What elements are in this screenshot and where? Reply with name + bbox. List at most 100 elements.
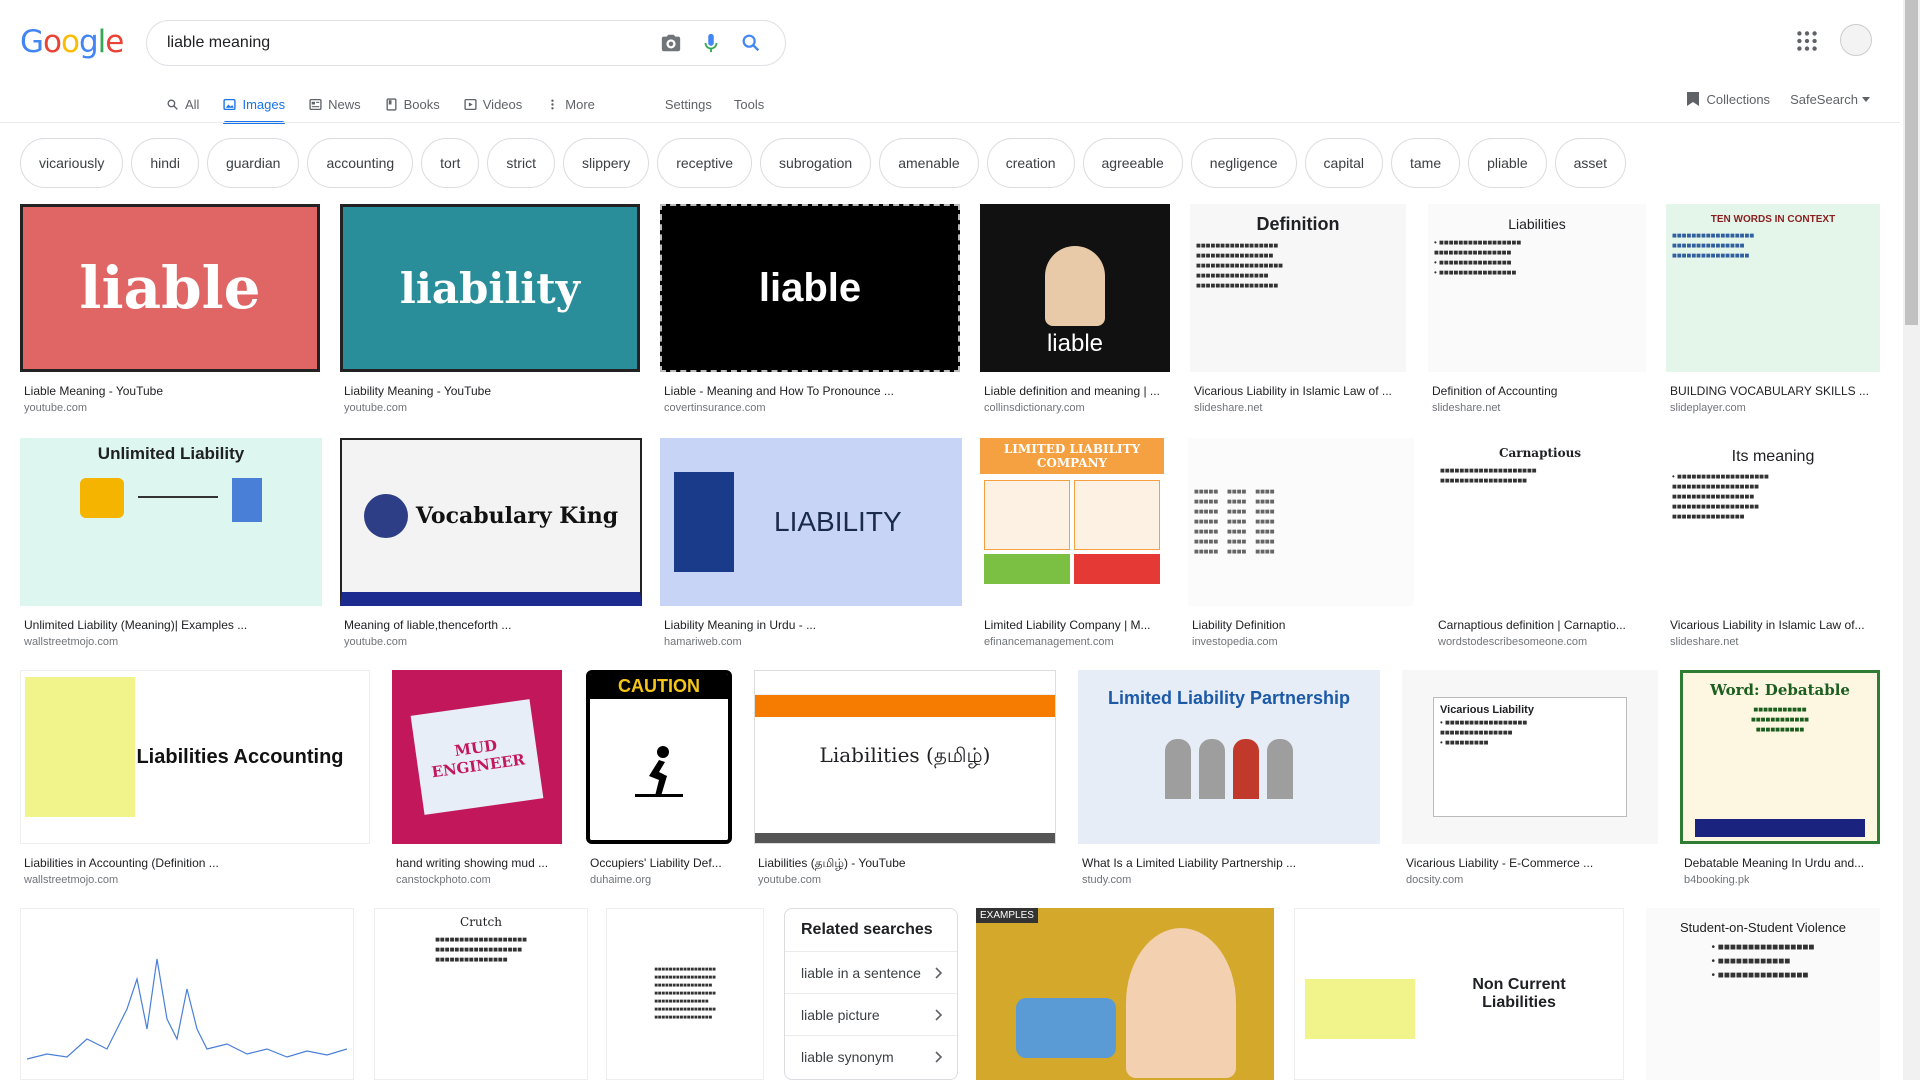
image-result[interactable]: liability Liability Meaning - YouTube yo…: [340, 204, 640, 414]
result-caption: Liable Meaning - YouTube: [24, 384, 163, 398]
image-result[interactable]: Liabilities (தமிழ்) Liabilities (தமிழ்) …: [754, 670, 1056, 888]
image-result[interactable]: Student-on-Student Violence • ■■■■■■■■■■…: [1646, 908, 1880, 1080]
related-search-item[interactable]: liable synonym: [785, 1035, 957, 1077]
image-result[interactable]: liable Liable - Meaning and How To Prono…: [660, 204, 960, 414]
tab-all[interactable]: All: [166, 86, 199, 122]
result-caption: Meaning of liable,thenceforth ...: [344, 618, 512, 632]
person-image: [1045, 246, 1105, 326]
result-thumbnail: Liabilities (தமிழ்): [754, 670, 1056, 844]
chip[interactable]: strict: [487, 138, 555, 188]
image-result[interactable]: LIMITED LIABILITY COMPANY Limited Liabil…: [980, 438, 1164, 650]
google-logo[interactable]: Google: [20, 24, 124, 60]
document-lines: • ■■■■■■■■■■■■■■■■■ ■■■■■■■■■■■■■■■■ • ■■■…: [1434, 238, 1522, 277]
line-graph-image: [27, 958, 347, 1060]
chip[interactable]: pliable: [1468, 138, 1547, 188]
image-result[interactable]: Liabilities Accounting Liabilities in Ac…: [20, 670, 370, 888]
chip[interactable]: negligence: [1190, 138, 1297, 188]
result-thumbnail: liable: [660, 204, 960, 372]
image-result[interactable]: Crutch ■■■■■■■■■■■■■■■■■■■ ■■■■■■■■■■■■■■…: [374, 908, 588, 1080]
image-result[interactable]: CAUTION Occupiers' Liability Def... duha…: [586, 670, 732, 888]
chip[interactable]: capital: [1304, 138, 1383, 188]
result-caption: Liabilities in Accounting (Definition ..…: [24, 856, 219, 870]
tab-label: All: [185, 96, 200, 112]
chip[interactable]: asset: [1554, 138, 1627, 188]
image-result[interactable]: EXAMPLES: [976, 908, 1274, 1080]
image-result[interactable]: Unlimited Liability Unlimited Liability …: [20, 438, 322, 650]
image-result[interactable]: ■■■■■ ■■■■ ■■■■ ■■■■■ ■■■■ ■■■■ ■■■■■ ■■■■…: [1188, 438, 1414, 650]
image-result[interactable]: MUD ENGINEER hand writing showing mud ..…: [392, 670, 562, 888]
image-result[interactable]: Vicarious Liability • ■■■■■■■■■■■■■■■■■ ■…: [1402, 670, 1658, 888]
result-source: youtube.com: [24, 402, 87, 414]
result-caption: Liability Meaning - YouTube: [344, 384, 491, 398]
result-thumbnail: Non Current Liabilities: [1294, 908, 1624, 1080]
related-searches-card: Related searches liable in a sentence li…: [784, 908, 958, 1080]
result-source: wallstreetmojo.com: [24, 874, 119, 886]
search-icon[interactable]: [731, 23, 771, 63]
image-result[interactable]: liable Liable definition and meaning | .…: [980, 204, 1170, 414]
image-result[interactable]: [20, 908, 354, 1080]
result-caption: Limited Liability Company | M...: [984, 618, 1151, 632]
microphone-icon[interactable]: [691, 23, 731, 63]
tab-more[interactable]: More: [546, 86, 595, 122]
bookmark-icon: [1687, 92, 1700, 106]
caret-down-icon: [1862, 96, 1870, 102]
image-result[interactable]: Non Current Liabilities: [1294, 908, 1624, 1080]
page-scrollbar[interactable]: [1903, 0, 1920, 1080]
scrollbar-thumb[interactable]: [1905, 0, 1918, 325]
account-avatar[interactable]: [1840, 24, 1872, 56]
tools-link[interactable]: Tools: [734, 97, 764, 112]
people-illustration: [1165, 739, 1293, 799]
tab-images[interactable]: Images: [223, 86, 285, 124]
chip[interactable]: accounting: [307, 138, 414, 188]
chip[interactable]: vicariously: [20, 138, 124, 188]
image-result[interactable]: Limited Liability Partnership What Is a …: [1078, 670, 1380, 888]
tab-videos[interactable]: Videos: [464, 86, 522, 122]
document-lines: ■■■■■■■■■■■■■■■■■■■■■■■■■■■■■■■■■■■■■■■■…: [1672, 231, 1755, 260]
image-result[interactable]: Carnaptious ■■■■■■■■■■■■■■■■■■■■ ■■■■■■■■…: [1434, 438, 1646, 650]
chip[interactable]: subrogation: [760, 138, 872, 188]
result-thumbnail: ■■■■■■■■■■■■■■■■■ ■■■■■■■■■■■■■■■■■ ■■■■■■…: [606, 908, 764, 1080]
result-source: youtube.com: [344, 402, 407, 414]
chip[interactable]: receptive: [657, 138, 753, 188]
dictionary-book-icon: [674, 472, 734, 572]
image-result[interactable]: TEN WORDS IN CONTEXT ■■■■■■■■■■■■■■■■■ ■■…: [1666, 204, 1880, 414]
chip[interactable]: slippery: [562, 138, 650, 188]
chip[interactable]: hindi: [131, 138, 199, 188]
safesearch-dropdown[interactable]: SafeSearch: [1790, 92, 1870, 107]
result-thumbnail: LIMITED LIABILITY COMPANY: [980, 438, 1164, 606]
collections-button[interactable]: Collections: [1686, 91, 1770, 107]
image-result[interactable]: Liabilities • ■■■■■■■■■■■■■■■■■ ■■■■■■■■■…: [1428, 204, 1646, 414]
image-result[interactable]: Its meaning • ■■■■■■■■■■■■■■■■■■■ ■■■■■■■…: [1666, 438, 1880, 650]
result-thumbnail: Carnaptious ■■■■■■■■■■■■■■■■■■■■ ■■■■■■■■…: [1434, 438, 1646, 606]
image-result[interactable]: Definition ■■■■■■■■■■■■■■■■■ ■■■■■■■■■■■■…: [1190, 204, 1406, 414]
result-caption: Debatable Meaning In Urdu and...: [1684, 856, 1865, 870]
related-search-item[interactable]: liable in a sentence: [785, 951, 957, 993]
thumbnail-text: liability: [399, 263, 581, 313]
document-lines: ■■■■■■■■■■■■■■■■■■■■■■■■■■■■■■■■■■■■■■■■…: [435, 935, 527, 964]
camera-icon[interactable]: [651, 23, 691, 63]
result-source: b4booking.pk: [1684, 874, 1750, 886]
tab-books[interactable]: Books: [385, 86, 440, 122]
chip[interactable]: creation: [986, 138, 1075, 188]
image-result[interactable]: Word: Debatable ■■■■■■■■■■■ ■■■■■■■■■■■■ ■…: [1680, 670, 1880, 888]
tab-news[interactable]: News: [309, 86, 361, 122]
chip[interactable]: agreeable: [1082, 138, 1183, 188]
chip[interactable]: amenable: [879, 138, 979, 188]
image-icon: [223, 98, 237, 110]
image-result[interactable]: Vocabulary King Meaning of liable,thence…: [340, 438, 642, 650]
image-result[interactable]: ■■■■■■■■■■■■■■■■■ ■■■■■■■■■■■■■■■■■ ■■■■■■…: [606, 908, 764, 1080]
search-input[interactable]: [167, 34, 651, 52]
related-search-item[interactable]: liable picture: [785, 993, 957, 1035]
chip[interactable]: tame: [1391, 138, 1461, 188]
chip[interactable]: tort: [421, 138, 480, 188]
settings-link[interactable]: Settings: [665, 97, 712, 112]
result-thumbnail: liable: [20, 204, 320, 372]
image-result[interactable]: liable Liable Meaning - YouTube youtube.…: [20, 204, 320, 414]
result-caption: Unlimited Liability (Meaning)| Examples …: [24, 618, 248, 632]
thumbnail-text: Vicarious Liability: [1440, 704, 1534, 716]
result-caption: Liabilities (தமிழ்) - YouTube: [758, 856, 906, 870]
apps-grid-icon[interactable]: [1794, 28, 1820, 54]
more-vertical-icon: [551, 99, 554, 109]
image-result[interactable]: LIABILITY Liability Meaning in Urdu - ..…: [660, 438, 962, 650]
chip[interactable]: guardian: [206, 138, 300, 188]
